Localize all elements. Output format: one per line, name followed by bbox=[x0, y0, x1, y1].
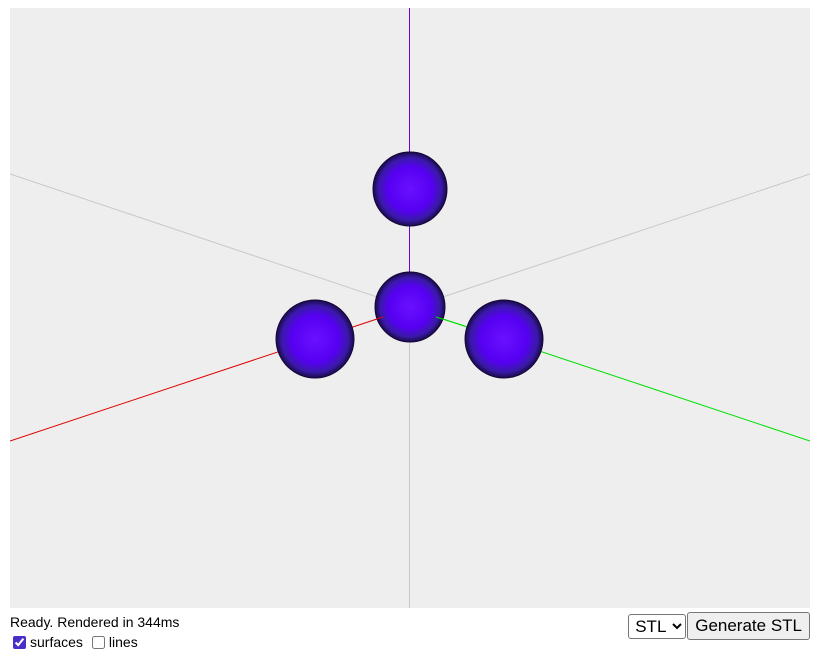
surfaces-label: surfaces bbox=[30, 634, 83, 650]
sphere-top bbox=[372, 151, 448, 227]
sphere-left bbox=[275, 299, 355, 379]
sphere-center bbox=[374, 271, 446, 343]
sphere-right bbox=[464, 299, 544, 379]
render-options: surfaces lines bbox=[10, 634, 144, 650]
generate-button[interactable]: Generate STL bbox=[687, 612, 810, 640]
lines-label: lines bbox=[108, 634, 138, 650]
axis-x-negative-line bbox=[409, 173, 810, 309]
3d-viewport[interactable] bbox=[10, 8, 810, 608]
export-controls: STL Generate STL bbox=[628, 612, 810, 640]
format-select[interactable]: STL bbox=[628, 613, 687, 639]
viewport-canvas[interactable] bbox=[10, 8, 810, 608]
status-text: Ready. Rendered in 344ms bbox=[10, 614, 180, 630]
axis-y-negative-line bbox=[10, 173, 411, 309]
surfaces-checkbox[interactable] bbox=[13, 635, 26, 649]
lines-checkbox[interactable] bbox=[91, 635, 105, 649]
surfaces-option[interactable]: surfaces bbox=[10, 634, 83, 650]
lines-option[interactable]: lines bbox=[89, 634, 138, 650]
